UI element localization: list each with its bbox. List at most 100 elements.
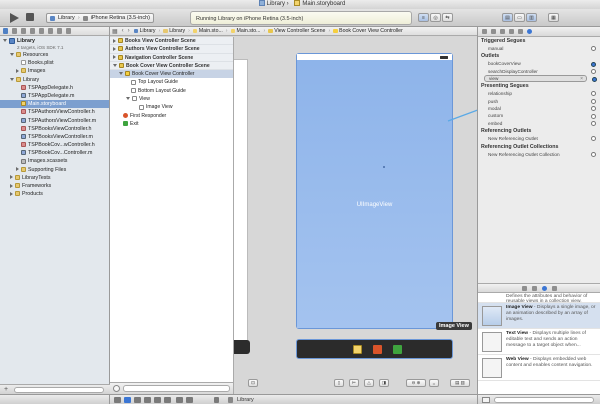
zoom-segmented-control[interactable]: ⊖ ⊕: [406, 379, 426, 387]
scheme-selector[interactable]: Library › iPhone Retina (3.5-inch): [46, 13, 154, 23]
pin-button[interactable]: ⊨: [349, 379, 359, 387]
disclosure-icon[interactable]: [113, 46, 116, 51]
file-inspector-icon[interactable]: [482, 29, 487, 34]
connection-circle-icon[interactable]: [591, 61, 596, 67]
connection-circle-icon[interactable]: [591, 120, 596, 126]
tree-item-books-vc-h[interactable]: TSPBooksViewController.h: [0, 125, 109, 133]
disclosure-icon[interactable]: [113, 38, 116, 43]
project-root[interactable]: Library 2 targets, iOS SDK 7.1: [0, 37, 109, 51]
breakpoint-icon[interactable]: [57, 28, 62, 34]
run-button[interactable]: [8, 12, 20, 23]
jump-item[interactable]: Main.sto...: [191, 28, 225, 34]
view-debug-icon[interactable]: [176, 397, 183, 403]
library-filter-input[interactable]: [494, 397, 594, 403]
connections-inspector-icon[interactable]: [527, 29, 532, 34]
version-editor-button[interactable]: ⇆: [442, 13, 453, 22]
tree-item-resources[interactable]: Resources: [0, 51, 109, 59]
outline-item-first-responder[interactable]: First Responder: [110, 112, 233, 120]
folder-icon[interactable]: [3, 28, 8, 34]
size-class-control[interactable]: ▤ ▥: [450, 379, 470, 387]
size-inspector-icon[interactable]: [518, 29, 523, 34]
resizing-button[interactable]: ◨: [379, 379, 389, 387]
connection-circle-icon[interactable]: [591, 113, 596, 119]
view-controller-icon[interactable]: [353, 345, 362, 354]
add-icon[interactable]: +: [4, 386, 8, 393]
outline-item-bookcover-vc[interactable]: Book Cover View Controller: [110, 70, 233, 79]
connection-circle-icon[interactable]: [591, 151, 596, 157]
outline-scene-authors[interactable]: Authors View Controller Scene: [110, 45, 233, 54]
connection-row[interactable]: custom: [478, 112, 600, 119]
toggle-navigator-button[interactable]: ▤: [502, 13, 513, 22]
attributes-inspector-icon[interactable]: [509, 29, 514, 34]
library-item-partial[interactable]: Defines the attributes and behavior of r…: [478, 293, 600, 303]
connection-circle-icon[interactable]: [591, 46, 596, 52]
quick-help-icon[interactable]: [491, 29, 496, 34]
connection-row[interactable]: bookCoverView: [478, 60, 600, 67]
connection-circle-icon[interactable]: [591, 98, 596, 104]
log-icon[interactable]: [66, 28, 71, 34]
location-icon[interactable]: [186, 397, 193, 403]
disclosure-icon[interactable]: [113, 64, 117, 68]
library-item-text-view[interactable]: Text View - Displays multiple lines of e…: [478, 329, 600, 355]
library-item-web-view[interactable]: Web View - Displays embedded web content…: [478, 355, 600, 381]
library-item-image-view[interactable]: Image View - Displays a single image, or…: [478, 303, 600, 329]
code-snippet-icon[interactable]: [532, 285, 537, 291]
align-button[interactable]: ▯: [334, 379, 344, 387]
outline-scene-books[interactable]: Books View Controller Scene: [110, 37, 233, 46]
connection-row[interactable]: New Referencing Outlet Collection: [478, 151, 600, 158]
test-icon[interactable]: [39, 28, 44, 34]
disclosure-icon[interactable]: [113, 55, 116, 60]
tree-item-supporting-files[interactable]: Supporting Files: [0, 166, 109, 174]
jump-item[interactable]: Book Cover View Controller: [331, 28, 405, 34]
toggle-outline-button[interactable]: ⊡: [248, 379, 258, 387]
jump-item[interactable]: Library: [161, 28, 187, 34]
grid-view-icon[interactable]: [482, 397, 490, 403]
symbol-icon[interactable]: [12, 28, 17, 34]
toggle-debug-area-button[interactable]: ▭: [514, 13, 525, 22]
tree-item-books-vc-m[interactable]: TSPBooksViewController.m: [0, 133, 109, 141]
outline-item-bottom-layout-guide[interactable]: Bottom Layout Guide: [110, 87, 233, 95]
connection-row-connected[interactable]: view ×: [484, 75, 597, 83]
disconnect-icon[interactable]: ×: [580, 76, 583, 82]
connection-circle-icon[interactable]: [591, 136, 596, 142]
outline-filter-input[interactable]: [123, 385, 230, 392]
stop-button[interactable]: [26, 13, 34, 21]
disclosure-icon[interactable]: [3, 39, 7, 43]
zoom-fit-button[interactable]: =: [429, 379, 439, 387]
resolve-button[interactable]: △: [364, 379, 374, 387]
toggle-utilities-button[interactable]: ▥: [526, 13, 537, 22]
tree-item-books-plist[interactable]: Books.plist: [0, 59, 109, 67]
tree-item-main-storyboard[interactable]: Main.storyboard: [0, 100, 109, 109]
connection-row[interactable]: manual: [478, 45, 600, 52]
image-view[interactable]: UIImageView: [297, 60, 452, 328]
tree-item-authors-vc-m[interactable]: TSPAuthorsViewController.m: [0, 117, 109, 125]
disclosure-icon[interactable]: [10, 53, 14, 57]
tree-item-bookcover-vc-h[interactable]: TSPBookCov...wController.h: [0, 141, 109, 149]
disclosure-icon[interactable]: [10, 175, 13, 180]
outline-item-top-layout-guide[interactable]: Top Layout Guide: [110, 78, 233, 86]
tree-item-library[interactable]: Library: [0, 76, 109, 84]
connection-row[interactable]: push: [478, 98, 600, 105]
identity-inspector-icon[interactable]: [500, 29, 505, 34]
connection-circle-icon[interactable]: [591, 91, 596, 97]
disclosure-icon[interactable]: [126, 97, 130, 101]
view-controller-scene[interactable]: UIImageView: [296, 53, 453, 329]
disclosure-icon[interactable]: [119, 72, 123, 76]
tree-item-images[interactable]: Images: [0, 67, 109, 75]
disclosure-icon[interactable]: [10, 183, 13, 188]
warning-icon[interactable]: [30, 28, 35, 34]
disclosure-icon[interactable]: [16, 68, 19, 73]
jump-item[interactable]: Library: [132, 28, 158, 34]
outline-item-exit[interactable]: Exit: [110, 120, 233, 128]
toggle-outline-icon[interactable]: [113, 385, 120, 392]
object-library-icon[interactable]: [542, 285, 547, 291]
first-responder-icon[interactable]: [373, 345, 382, 354]
jump-item[interactable]: Main.sto...: [229, 28, 263, 34]
disclosure-icon[interactable]: [16, 167, 19, 172]
tree-item-authors-vc-h[interactable]: TSPAuthorsViewController.h: [0, 108, 109, 116]
jump-item[interactable]: View Controller Scene: [266, 28, 327, 34]
connection-row[interactable]: searchDisplayController: [478, 68, 600, 75]
hide-debug-icon[interactable]: [114, 397, 121, 403]
exit-icon[interactable]: [393, 345, 402, 354]
tree-item-appdelegate-m[interactable]: TSPAppDelegate.m: [0, 92, 109, 100]
